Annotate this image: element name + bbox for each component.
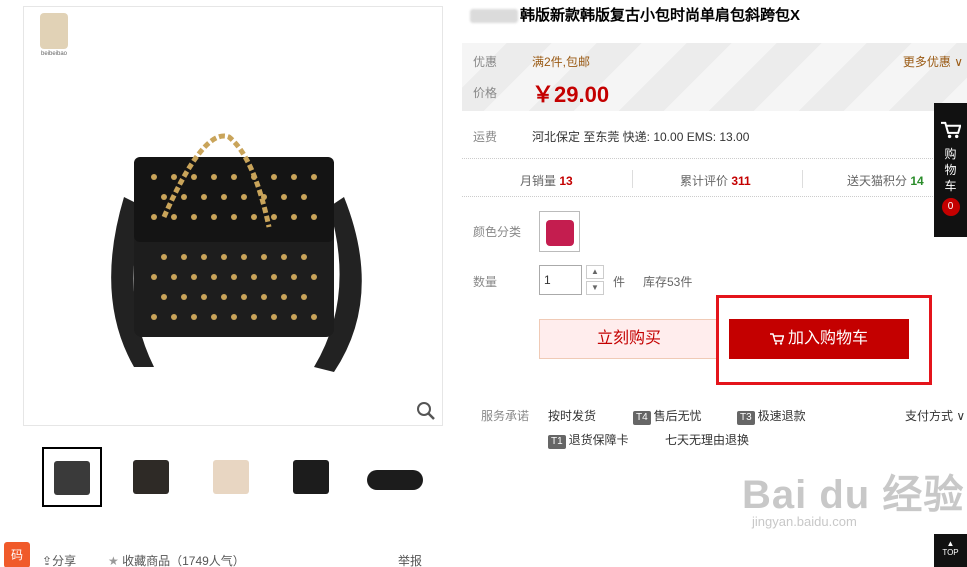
tmall-points: 送天猫积分 14: [847, 174, 924, 188]
qr-code-tab[interactable]: 码: [4, 542, 30, 567]
payment-methods[interactable]: 支付方式 ∨: [905, 407, 965, 424]
cart-count-badge: 0: [941, 198, 960, 216]
watermark: Bai du 经验 jingyan.baidu.com: [742, 473, 965, 529]
zoom-icon[interactable]: [416, 401, 436, 421]
quantity-label: 数量: [473, 275, 498, 289]
sales-stats: 月销量 13 累计评价 311 送天猫积分 14: [462, 166, 967, 194]
thumbnail-2[interactable]: [122, 447, 182, 507]
promo-label: 优惠: [473, 55, 498, 69]
monthly-sales: 月销量 13: [520, 174, 573, 188]
divider: [632, 170, 633, 188]
product-title: 韩版新款韩版复古小包时尚单肩包斜跨包X: [470, 4, 800, 25]
thumbnail-3[interactable]: [202, 447, 262, 507]
divider: [462, 158, 967, 159]
main-product-image[interactable]: beibeibao: [23, 6, 443, 426]
blurred-brand: [470, 9, 518, 24]
shop-logo: beibeibao: [38, 13, 70, 61]
report-link[interactable]: 举报: [398, 552, 422, 567]
thumbnail-1[interactable]: [42, 447, 102, 507]
buy-now-button[interactable]: 立刻购买: [539, 319, 719, 359]
shipping-label: 运费: [473, 130, 498, 144]
service-item[interactable]: T4 售后无忧: [633, 407, 702, 425]
shipping-value[interactable]: 河北保定 至东莞 快递: 10.00 EMS: 13.00: [532, 128, 749, 145]
chevron-down-icon: ∨: [953, 409, 966, 423]
cart-icon: [940, 121, 962, 139]
review-count[interactable]: 累计评价 311: [680, 172, 751, 189]
stock-count: 库存53件: [643, 275, 693, 289]
price-value: ￥29.00: [532, 82, 610, 107]
share-button[interactable]: ⇪分享: [42, 552, 76, 567]
favorite-button[interactable]: ★ 收藏商品（1749人气）: [108, 552, 245, 567]
service-item[interactable]: 七天无理由退换: [665, 431, 749, 448]
add-to-cart-button[interactable]: 加入购物车: [729, 319, 909, 359]
sidebar-cart-label: 购物车: [944, 147, 957, 193]
promo-value: 满2件,包邮: [532, 55, 591, 69]
quantity-decrease-button[interactable]: ▼: [586, 281, 604, 295]
color-label: 颜色分类: [473, 225, 522, 239]
service-item[interactable]: 按时发货: [548, 407, 596, 424]
back-to-top-button[interactable]: ▲ TOP: [934, 534, 967, 567]
quantity-increase-button[interactable]: ▲: [586, 265, 604, 279]
share-icon: ⇪: [42, 554, 53, 567]
price-panel: 优惠 满2件,包邮 更多优惠 ∨ 价格 ￥29.00: [462, 43, 967, 111]
price-label: 价格: [473, 86, 498, 100]
service-label: 服务承诺: [481, 409, 530, 423]
star-icon: ★: [108, 554, 119, 567]
chevron-down-icon: ∨: [950, 55, 963, 69]
thumbnail-4[interactable]: [282, 447, 342, 507]
divider: [462, 196, 967, 197]
arrow-up-icon: ▲: [946, 539, 955, 548]
quantity-unit: 件: [613, 275, 626, 289]
quantity-input[interactable]: [539, 265, 582, 295]
cart-icon: [769, 333, 785, 345]
service-item[interactable]: T1 退货保障卡: [548, 431, 629, 449]
color-option[interactable]: [539, 211, 580, 252]
more-promo-link[interactable]: 更多优惠 ∨: [903, 53, 963, 70]
sidebar-cart[interactable]: 购物车 0: [934, 103, 967, 237]
divider: [802, 170, 803, 188]
gallery-actions: 码 ⇪分享 ★ 收藏商品（1749人气） 举报: [0, 540, 440, 567]
service-item[interactable]: T3 极速退款: [737, 407, 806, 425]
handbag-image: [111, 133, 362, 372]
thumbnail-strip: [42, 447, 427, 509]
thumbnail-5[interactable]: [362, 447, 423, 507]
